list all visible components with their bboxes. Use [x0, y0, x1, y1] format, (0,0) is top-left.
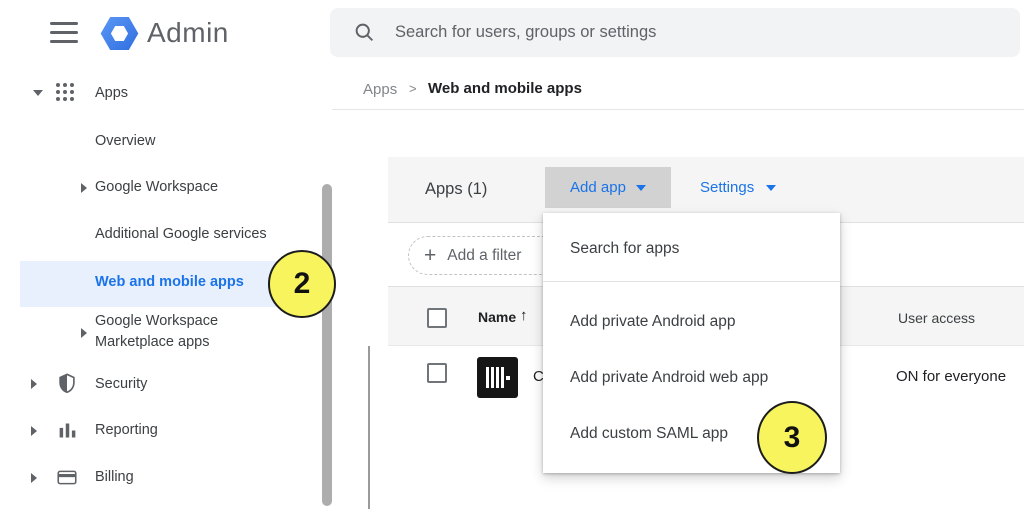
column-header-user-access[interactable]: User access: [898, 310, 975, 326]
sort-ascending-icon[interactable]: ↑: [520, 307, 528, 324]
sidebar-item-overview[interactable]: Overview: [95, 133, 155, 149]
chevron-down-icon: [766, 185, 776, 191]
app-logo-icon: [477, 357, 518, 398]
sidebar-item-additional-google-services[interactable]: Additional Google services: [95, 226, 267, 242]
search-input[interactable]: [395, 23, 955, 42]
content-left-border: [368, 346, 370, 509]
add-filter-label: Add a filter: [447, 247, 521, 265]
chevron-right-icon: [31, 426, 37, 436]
sidebar-item-reporting[interactable]: Reporting: [95, 422, 158, 438]
sidebar-item-security[interactable]: Security: [95, 376, 147, 392]
hamburger-icon: [50, 22, 78, 25]
menu-item-add-private-android-web-app[interactable]: Add private Android web app: [543, 356, 840, 400]
menu-divider: [543, 281, 840, 282]
header-divider: [332, 109, 1024, 110]
hamburger-icon: [50, 31, 78, 34]
add-app-button[interactable]: Add app: [545, 167, 671, 208]
bar-chart-icon: [57, 420, 78, 441]
settings-label: Settings: [700, 179, 754, 196]
plus-icon: +: [424, 245, 436, 266]
global-search[interactable]: [330, 8, 1020, 57]
menu-item-search-for-apps[interactable]: Search for apps: [543, 227, 840, 271]
google-admin-logo-icon: [98, 12, 141, 55]
chevron-down-icon: [33, 90, 43, 96]
chevron-right-icon: [31, 379, 37, 389]
sidebar-item-google-workspace[interactable]: Google Workspace: [95, 179, 218, 195]
select-all-checkbox[interactable]: [427, 308, 447, 328]
breadcrumb-current: Web and mobile apps: [428, 80, 582, 97]
annotation-step-2: 2: [268, 250, 336, 318]
breadcrumb-parent[interactable]: Apps: [363, 81, 397, 98]
apps-grid-icon: [56, 83, 74, 101]
breadcrumb-separator-icon: >: [409, 81, 417, 96]
chevron-right-icon: [31, 473, 37, 483]
chevron-right-icon: [81, 328, 87, 338]
row-checkbox[interactable]: [427, 363, 447, 383]
hamburger-icon: [50, 40, 78, 43]
product-name: Admin: [147, 17, 229, 49]
sidebar-item-web-and-mobile-apps[interactable]: Web and mobile apps: [95, 274, 244, 290]
menu-button[interactable]: [50, 22, 78, 44]
apps-count-title: Apps (1): [425, 157, 487, 222]
admin-console-screen: Admin Apps > Web and mobile apps Apps Ov…: [0, 0, 1024, 509]
credit-card-icon: [56, 467, 78, 488]
shield-icon: [56, 372, 78, 395]
chevron-down-icon: [636, 185, 646, 191]
sidebar-scrollbar[interactable]: [322, 184, 332, 506]
sidebar-item-billing[interactable]: Billing: [95, 469, 134, 485]
column-header-name[interactable]: Name: [478, 309, 516, 325]
search-icon: [354, 22, 375, 43]
user-access-cell: ON for everyone: [896, 368, 1006, 385]
sidebar-item-marketplace-apps[interactable]: Google Workspace Marketplace apps: [95, 311, 273, 353]
settings-button[interactable]: Settings: [700, 167, 776, 208]
sidebar-item-apps[interactable]: Apps: [95, 85, 128, 101]
menu-item-add-private-android-app[interactable]: Add private Android app: [543, 300, 840, 344]
chevron-right-icon: [81, 183, 87, 193]
annotation-step-3: 3: [757, 401, 827, 474]
add-app-label: Add app: [570, 179, 626, 196]
